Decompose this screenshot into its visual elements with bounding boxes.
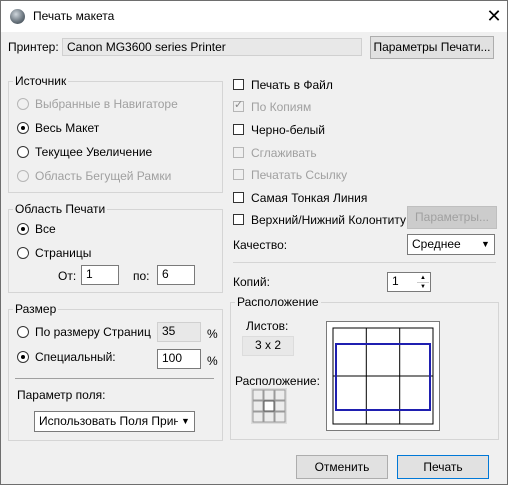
printer-settings-button[interactable]: Параметры Печати...	[370, 36, 494, 59]
close-icon[interactable]: ✕	[482, 4, 506, 28]
chevron-down-icon: ▼	[178, 413, 193, 430]
print-area-all-radio[interactable]	[17, 223, 29, 235]
print-to-file-checkbox[interactable]	[233, 79, 244, 90]
window-title: Печать макета	[33, 9, 115, 23]
custom-size-radio[interactable]	[17, 351, 29, 363]
source-marquee-radio[interactable]	[17, 170, 29, 182]
print-to-file-label: Печать в Файл	[251, 78, 333, 92]
layout-preview	[326, 321, 440, 431]
margin-select-value: Использовать Поля Принт	[39, 414, 186, 428]
custom-size-label: Специальный:	[35, 350, 116, 364]
printer-label: Принтер:	[8, 40, 59, 54]
source-navigator-radio[interactable]	[17, 98, 29, 110]
source-whole-layout-radio[interactable]	[17, 122, 29, 134]
print-area-pages-radio[interactable]	[17, 247, 29, 259]
print-area-legend: Область Печати	[13, 202, 108, 216]
sheets-label: Листов:	[246, 319, 289, 333]
size-legend: Размер	[13, 302, 59, 316]
from-label: От:	[58, 269, 77, 283]
source-whole-layout-label: Весь Макет	[35, 121, 100, 135]
margin-label: Параметр поля:	[17, 388, 106, 402]
from-page-input[interactable]: 1	[81, 265, 119, 285]
to-page-input[interactable]: 6	[157, 265, 195, 285]
print-area-all-label: Все	[35, 222, 56, 236]
header-footer-params-button[interactable]: Параметры...	[407, 206, 497, 229]
smooth-label: Сглаживать	[251, 146, 317, 160]
black-white-label: Черно-белый	[251, 123, 325, 137]
position-selector-icon[interactable]	[251, 388, 287, 424]
print-layout-dialog: Печать макета ✕ Принтер: Canon MG3600 se…	[0, 0, 508, 485]
collate-label: По Копиям	[251, 100, 312, 114]
position-label: Расположение:	[235, 374, 320, 388]
print-link-checkbox[interactable]	[233, 169, 244, 180]
size-divider	[15, 378, 214, 379]
black-white-checkbox[interactable]	[233, 124, 244, 135]
quality-select-value: Среднее	[412, 237, 461, 251]
source-navigator-label: Выбранные в Навигаторе	[35, 97, 178, 111]
copies-label: Копий:	[233, 275, 270, 289]
layout-legend: Расположение	[235, 295, 321, 309]
margin-select[interactable]: Использовать Поля Принт ▼	[34, 411, 195, 432]
sheets-value: 3 x 2	[242, 336, 294, 356]
source-current-zoom-label: Текущее Увеличение	[35, 145, 153, 159]
printer-name-field: Canon MG3600 series Printer	[62, 38, 362, 56]
chevron-down-icon: ▼	[478, 236, 493, 253]
print-button[interactable]: Печать	[397, 455, 489, 479]
cancel-button[interactable]: Отменить	[296, 455, 388, 479]
thinnest-line-label: Самая Тонкая Линия	[251, 191, 368, 205]
copies-value: 1	[392, 274, 399, 288]
smooth-checkbox[interactable]	[233, 147, 244, 158]
print-link-label: Печатать Ссылку	[251, 168, 348, 182]
source-marquee-label: Область Бегущей Рамки	[35, 169, 172, 183]
copies-spinner[interactable]: 1 ▲ ▼	[387, 272, 431, 292]
source-current-zoom-radio[interactable]	[17, 146, 29, 158]
fit-percent-field: 35	[157, 322, 201, 342]
quality-select[interactable]: Среднее ▼	[407, 234, 495, 255]
header-footer-checkbox[interactable]	[233, 214, 244, 225]
fit-to-pages-radio[interactable]	[17, 326, 29, 338]
collate-checkbox[interactable]	[233, 98, 244, 112]
app-icon	[10, 9, 25, 24]
title-bar: Печать макета ✕	[1, 1, 507, 32]
quality-label: Качество:	[233, 238, 288, 252]
thinnest-line-checkbox[interactable]	[233, 192, 244, 203]
to-label: по:	[133, 269, 150, 283]
options-divider	[233, 262, 496, 263]
source-legend: Источник	[13, 74, 69, 88]
spin-up-icon[interactable]: ▲	[417, 274, 429, 283]
custom-percent-sign: %	[207, 354, 218, 368]
spin-down-icon[interactable]: ▼	[417, 283, 429, 291]
print-area-pages-label: Страницы	[35, 246, 92, 260]
fit-to-pages-label: По размеру Страниц	[35, 325, 151, 339]
custom-percent-input[interactable]: 100	[157, 349, 201, 369]
header-footer-label: Верхний/Нижний Колонтиту	[251, 213, 407, 227]
fit-percent-sign: %	[207, 327, 218, 341]
